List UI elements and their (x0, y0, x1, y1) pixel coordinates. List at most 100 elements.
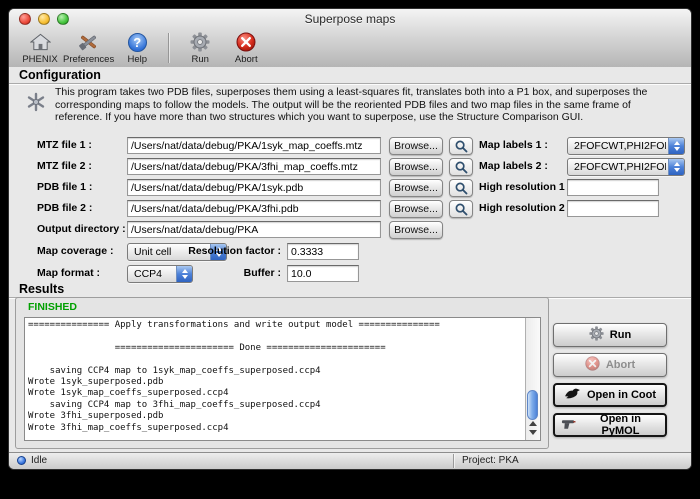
abort-button[interactable]: Abort (553, 353, 667, 377)
zoom-button[interactable] (57, 13, 69, 25)
mtz-file-1-input[interactable] (127, 137, 381, 154)
log-line: =============== Apply transformations an… (28, 320, 524, 331)
abort-icon (585, 356, 600, 374)
close-button[interactable] (19, 13, 31, 25)
abort-label: Abort (235, 54, 258, 65)
log-line (28, 354, 524, 365)
map-labels-1-label: Map labels 1 : (479, 139, 548, 151)
log-line: Wrote 3fhi_map_coeffs_superposed.ccp4 (28, 423, 524, 434)
pdb-file-2-input[interactable] (127, 200, 381, 217)
pymol-raygun-icon (561, 418, 576, 433)
titlebar[interactable]: Superpose maps (9, 9, 691, 29)
help-toolbar-button[interactable]: ? Help (114, 30, 160, 66)
output-directory-row: Output directory : Browse... (9, 221, 691, 240)
console-scrollbar[interactable] (525, 318, 540, 440)
log-line: Wrote 3fhi_superposed.pdb (28, 411, 524, 422)
gear-icon (589, 326, 604, 344)
magnifier-icon (455, 182, 468, 195)
log-line: Wrote 1syk_superposed.pdb (28, 377, 524, 388)
resolution-factor-input[interactable] (287, 243, 359, 260)
dropdown-arrows-icon (668, 138, 684, 154)
output-directory-browse-button[interactable]: Browse... (389, 221, 443, 239)
mtz-file-1-row: MTZ file 1 : Browse... Map labels 1 : 2F… (9, 137, 691, 156)
scrollbar-thumb[interactable] (527, 390, 538, 420)
mtz-file-2-inspect-button[interactable] (449, 158, 473, 176)
open-in-pymol-button[interactable]: Open in PyMOL (553, 413, 667, 437)
status-separator (453, 454, 454, 468)
main-content: Configuration This program takes two PDB… (9, 67, 691, 453)
run-button-label: Run (610, 329, 631, 341)
abort-toolbar-button[interactable]: Abort (223, 30, 269, 66)
map-coverage-row: Map coverage : Unit cell Resolution fact… (9, 243, 691, 262)
high-resolution-2-input[interactable] (567, 200, 659, 217)
pdb-file-1-browse-button[interactable]: Browse... (389, 179, 443, 197)
output-directory-label: Output directory : (37, 223, 126, 235)
open-in-coot-button[interactable]: Open in Coot (553, 383, 667, 407)
magnifier-icon (455, 140, 468, 153)
log-text: =============== Apply transformations an… (28, 320, 524, 438)
open-in-coot-label: Open in Coot (587, 389, 656, 401)
map-labels-1-select[interactable]: 2FOFCWT,PHI2FOF... (567, 137, 685, 155)
magnifier-icon (455, 203, 468, 216)
pdb-file-2-row: PDB file 2 : Browse... High resolution 2… (9, 200, 691, 219)
status-bar: Idle Project: PKA (9, 452, 691, 469)
minimize-button[interactable] (38, 13, 50, 25)
high-resolution-1-input[interactable] (567, 179, 659, 196)
project-label: Project: PKA (462, 455, 519, 466)
map-format-label: Map format : (37, 267, 100, 279)
map-labels-2-select[interactable]: 2FOFCWT,PHI2FOF... (567, 158, 685, 176)
mtz-file-2-label: MTZ file 2 : (37, 160, 92, 172)
magnifier-icon (455, 161, 468, 174)
status-message: Idle (31, 455, 47, 466)
pdb-file-1-row: PDB file 1 : Browse... High resolution 1… (9, 179, 691, 198)
help-icon: ? (128, 33, 147, 52)
run-button[interactable]: Run (553, 323, 667, 347)
preferences-toolbar-button[interactable]: Preferences (63, 30, 114, 66)
log-line: saving CCP4 map to 1syk_map_coeffs_super… (28, 366, 524, 377)
scroll-down-icon[interactable] (529, 430, 537, 435)
gear-icon (190, 32, 210, 53)
tools-icon (78, 32, 99, 53)
pdb-file-1-inspect-button[interactable] (449, 179, 473, 197)
buffer-label: Buffer : (159, 267, 281, 279)
high-resolution-1-label: High resolution 1 : (479, 181, 571, 193)
window-chrome: Superpose maps PHENIX Preferences ? Help (9, 9, 691, 68)
results-heading: Results (9, 281, 691, 298)
mtz-file-2-input[interactable] (127, 158, 381, 175)
help-label: Help (127, 54, 147, 65)
pdb-file-2-inspect-button[interactable] (449, 200, 473, 218)
abort-icon (236, 32, 256, 53)
traffic-lights (19, 13, 69, 25)
run-label: Run (192, 54, 209, 65)
mtz-file-1-browse-button[interactable]: Browse... (389, 137, 443, 155)
scroll-up-icon[interactable] (529, 421, 537, 426)
mtz-file-1-inspect-button[interactable] (449, 137, 473, 155)
log-line (28, 331, 524, 342)
results-panel: FINISHED =============== Apply transform… (15, 297, 549, 449)
mtz-file-1-label: MTZ file 1 : (37, 139, 92, 151)
abort-button-label: Abort (606, 359, 635, 371)
log-line: saving CCP4 map to 3fhi_map_coeffs_super… (28, 400, 524, 411)
map-coverage-label: Map coverage : (37, 245, 113, 257)
scrollbar-arrows[interactable] (526, 418, 540, 438)
program-description: This program takes two PDB files, superp… (55, 86, 653, 124)
pdb-file-1-input[interactable] (127, 179, 381, 196)
buffer-input[interactable] (287, 265, 359, 282)
job-status-text: FINISHED (28, 301, 77, 313)
app-window: Superpose maps PHENIX Preferences ? Help (8, 8, 692, 470)
log-line: Wrote 1syk_map_coeffs_superposed.ccp4 (28, 388, 524, 399)
run-toolbar-button[interactable]: Run (177, 30, 223, 66)
dropdown-arrows-icon (668, 159, 684, 175)
log-console[interactable]: =============== Apply transformations an… (24, 317, 541, 441)
preferences-label: Preferences (63, 54, 114, 65)
home-icon (30, 32, 51, 53)
pdb-file-2-browse-button[interactable]: Browse... (389, 200, 443, 218)
toolbar-separator (168, 33, 169, 63)
status-indicator-icon (17, 456, 26, 465)
phenix-label: PHENIX (22, 54, 57, 65)
mtz-file-2-browse-button[interactable]: Browse... (389, 158, 443, 176)
output-directory-input[interactable] (127, 221, 381, 238)
high-resolution-2-label: High resolution 2 : (479, 202, 571, 214)
phenix-toolbar-button[interactable]: PHENIX (17, 30, 63, 66)
program-info-icon (26, 92, 46, 117)
